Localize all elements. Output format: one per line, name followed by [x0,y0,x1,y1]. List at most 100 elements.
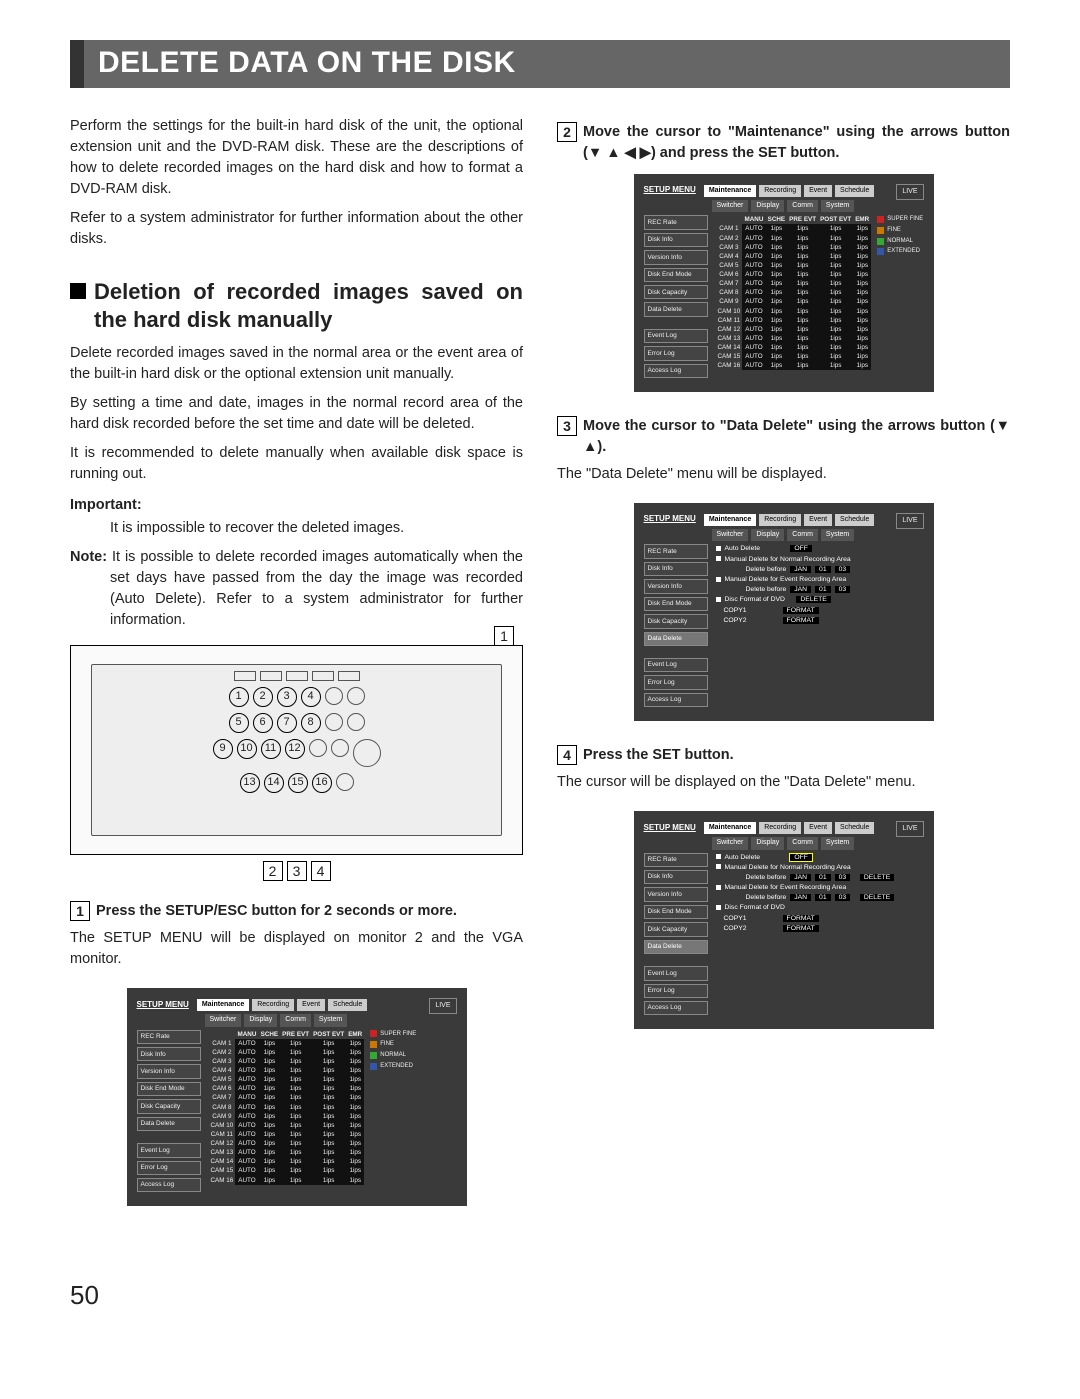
side-disk-end: Disk End Mode [644,268,708,282]
intro-paragraph-2: Refer to a system administrator for furt… [70,208,523,250]
live-indicator: LIVE [896,513,923,529]
device-panel: 1234 5678 9101112 13141516 [91,664,502,836]
note-text: It is possible to delete recorded images… [107,549,523,628]
important-label: Important: [70,495,523,516]
step-2-number: 2 [557,122,577,142]
step-3-number: 3 [557,416,577,436]
step-1-sub: The SETUP MENU will be displayed on moni… [70,928,523,970]
side-rec-rate: REC Rate [644,544,708,558]
page: DELETE DATA ON THE DISK Perform the sett… [0,0,1080,1361]
intro-paragraph-1: Perform the settings for the built-in ha… [70,116,523,200]
quality-legend: SUPER FINE FINE NORMAL EXTENDED [370,1030,416,1071]
side-rec-rate: REC Rate [137,1030,201,1044]
side-version: Version Info [644,887,708,901]
callout-3: 3 [287,861,307,881]
tab-system: System [821,837,854,849]
side-disk-info: Disk Info [644,870,708,884]
side-disk-end: Disk End Mode [137,1082,201,1096]
tab-maintenance: Maintenance [704,822,756,834]
side-access-log: Access Log [644,693,708,707]
tab-comm: Comm [787,837,818,849]
data-delete-screenshot-2: SETUP MENU Maintenance Recording Event S… [634,811,934,1029]
tab-switcher: Switcher [712,200,749,212]
tab-event: Event [804,822,832,834]
setup-menu-screenshot-2: SETUP MENU Maintenance Recording Event S… [634,174,934,392]
menu-sidebar: REC Rate Disk Info Version Info Disk End… [137,1030,201,1193]
side-disk-cap: Disk Capacity [644,285,708,299]
tab-comm: Comm [280,1014,311,1026]
tab-recording: Recording [252,999,294,1011]
side-error-log: Error Log [137,1161,201,1175]
cam-table: MANUSCHEPRE EVTPOST EVTEMRCAM 1AUTO1ips1… [209,1030,457,1193]
important-text: It is impossible to recover the deleted … [70,518,523,539]
side-disk-end: Disk End Mode [644,597,708,611]
side-access-log: Access Log [137,1178,201,1192]
side-version: Version Info [644,250,708,264]
side-event-log: Event Log [644,966,708,980]
tab-event: Event [804,185,832,197]
step-3-sub: The "Data Delete" menu will be displayed… [557,464,1010,485]
side-event-log: Event Log [644,329,708,343]
step-4-number: 4 [557,745,577,765]
tab-recording: Recording [759,822,801,834]
side-disk-info: Disk Info [644,233,708,247]
note-label: Note: [70,549,107,565]
data-delete-settings: Auto Delete OFF Manual Delete for Normal… [716,853,924,1016]
tab-schedule: Schedule [835,822,874,834]
tab-event: Event [804,514,832,526]
step-1: 1 Press the SETUP/ESC button for 2 secon… [70,901,523,922]
live-indicator: LIVE [896,821,923,837]
menu-title: SETUP MENU [644,822,696,834]
tab-display: Display [751,529,784,541]
tab-maintenance: Maintenance [197,999,249,1011]
side-data-delete: Data Delete [644,302,708,316]
tab-recording: Recording [759,185,801,197]
side-data-delete: Data Delete [137,1117,201,1131]
step-2: 2 Move the cursor to "Maintenance" using… [557,122,1010,164]
step-1-text: Press the SETUP/ESC button for 2 seconds… [96,901,523,922]
section-heading-text: Deletion of recorded images saved on the… [94,278,523,333]
page-title: DELETE DATA ON THE DISK [70,40,1010,88]
tab-switcher: Switcher [205,1014,242,1026]
tab-maintenance: Maintenance [704,514,756,526]
data-delete-settings: Auto Delete OFF Manual Delete for Normal… [716,544,924,707]
arrow-icons: ▼ ▲ ◀ ▶ [588,145,651,161]
menu-tabs-top: Maintenance Recording Event Schedule [197,999,367,1011]
side-error-log: Error Log [644,984,708,998]
side-version: Version Info [137,1064,201,1078]
side-error-log: Error Log [644,675,708,689]
note-line: Note: It is possible to delete recorded … [70,547,523,631]
menu-title: SETUP MENU [644,513,696,525]
side-disk-info: Disk Info [137,1047,201,1061]
data-delete-screenshot-1: SETUP MENU Maintenance Recording Event S… [634,503,934,721]
side-disk-cap: Disk Capacity [137,1099,201,1113]
tab-schedule: Schedule [328,999,367,1011]
side-rec-rate: REC Rate [644,215,708,229]
side-version: Version Info [644,579,708,593]
section-p2: By setting a time and date, images in th… [70,393,523,435]
device-figure: 1 1234 5678 9101112 [70,645,523,855]
setup-menu-screenshot-1: SETUP MENU Maintenance Recording Event S… [127,988,467,1206]
side-access-log: Access Log [644,364,708,378]
tab-system: System [821,529,854,541]
side-event-log: Event Log [644,658,708,672]
tab-schedule: Schedule [835,185,874,197]
two-column-layout: Perform the settings for the built-in ha… [70,116,1010,1230]
step-3-text: Move the cursor to "Data Delete" using t… [583,416,1010,458]
side-data-delete: Data Delete [644,940,708,954]
tab-comm: Comm [787,200,818,212]
tab-switcher: Switcher [712,837,749,849]
step-4-sub: The cursor will be displayed on the "Dat… [557,772,1010,793]
tab-system: System [821,200,854,212]
page-number: 50 [70,1280,1010,1311]
tab-comm: Comm [787,529,818,541]
side-disk-end: Disk End Mode [644,905,708,919]
tab-display: Display [751,200,784,212]
side-event-log: Event Log [137,1143,201,1157]
figure-bottom-callouts: 2 3 4 [70,861,523,881]
left-column: Perform the settings for the built-in ha… [70,116,523,1230]
side-disk-cap: Disk Capacity [644,922,708,936]
step-4-text: Press the SET button. [583,745,1010,766]
side-disk-cap: Disk Capacity [644,614,708,628]
tab-system: System [314,1014,347,1026]
